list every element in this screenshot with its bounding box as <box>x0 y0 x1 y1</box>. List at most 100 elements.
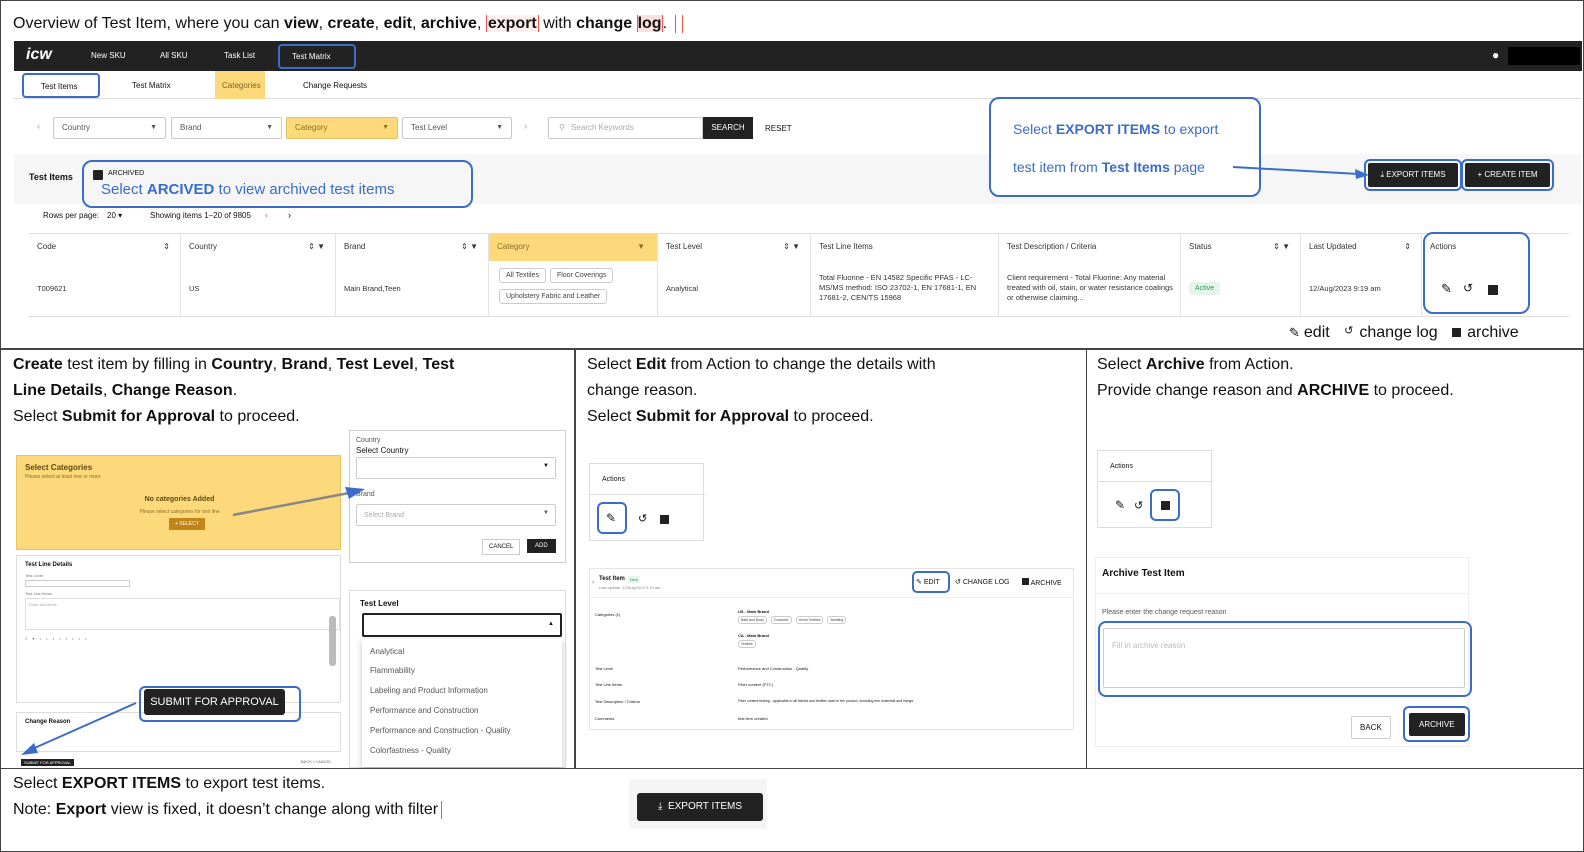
editor-toolbar[interactable]: ≡ ▾ • • • • • • • • <box>25 636 205 642</box>
brand-filter[interactable]: Brand ▼ <box>171 117 282 139</box>
export-arrow <box>1232 166 1369 179</box>
cell-country: US <box>181 261 336 317</box>
app-navbar: icw New SKU All SKU Task List Test Matri… <box>14 41 1582 71</box>
nav-new-sku[interactable]: New SKU <box>91 51 126 60</box>
chevron-left-icon[interactable]: ‹ <box>37 121 40 132</box>
search-input[interactable]: ⚲ Search Keywords <box>548 117 703 139</box>
nav-all-sku[interactable]: All SKU <box>160 51 188 60</box>
edit-icon[interactable]: ✎ <box>1115 498 1125 512</box>
option-colorfastness[interactable]: Colorfastness - Quality <box>370 746 451 755</box>
option-analytical[interactable]: Analytical <box>370 647 404 656</box>
download-icon: ⤓ <box>657 801 663 812</box>
history-icon[interactable]: ↺ <box>1463 281 1473 295</box>
test-line-items-input[interactable]: Enter test items <box>25 598 340 630</box>
create-panel: Create test item by filling in Country, … <box>0 349 575 769</box>
col-category[interactable]: Category ▼ <box>489 233 658 261</box>
back-button[interactable]: BACK <box>1351 716 1391 739</box>
create-item-button[interactable]: + CREATE ITEM <box>1461 159 1554 191</box>
test-line-details-card: Test Line Details Test Level Test Line I… <box>16 555 341 703</box>
option-flammability[interactable]: Flammability <box>370 666 415 675</box>
tab-test-items[interactable]: Test Items <box>22 73 100 98</box>
actions-mini-table: Actions ✎ ↺ <box>589 463 705 541</box>
tab-test-matrix[interactable]: Test Matrix <box>132 81 171 90</box>
cell-code: T009621 <box>29 261 181 317</box>
cell-test-level: Analytical <box>658 261 811 317</box>
next-page-icon[interactable]: › <box>288 210 291 220</box>
category-filter[interactable]: Category ▼ <box>286 117 398 139</box>
col-test-level[interactable]: Test Level ⇕ ▼ <box>658 233 811 261</box>
history-icon[interactable]: ↺ <box>1134 499 1143 512</box>
scrollbar[interactable] <box>329 616 336 666</box>
country-filter[interactable]: Country ▼ <box>53 117 166 139</box>
edit-icon: ✎ <box>916 579 922 586</box>
search-button[interactable]: SEARCH <box>703 117 753 139</box>
status-badge: Active <box>1189 282 1221 295</box>
submit-arrow <box>21 702 137 755</box>
col-status[interactable]: Status ⇕ ▼ <box>1181 233 1301 261</box>
overview-heading: Overview of Test Item, where you can vie… <box>13 11 684 37</box>
prev-page-icon[interactable]: ‹ <box>265 210 268 220</box>
chevron-right-icon[interactable]: › <box>524 121 527 132</box>
col-brand[interactable]: Brand ⇕ ▼ <box>336 233 489 261</box>
history-icon[interactable]: ↺ <box>638 512 647 525</box>
archive-icon[interactable] <box>1161 501 1170 510</box>
submit-for-approval-button[interactable]: SUBMIT FOR APPROVAL <box>144 689 285 715</box>
download-icon: ⤓ <box>1380 170 1385 179</box>
archive-confirm-button[interactable]: ARCHIVE <box>1409 713 1465 736</box>
col-last-updated[interactable]: Last Updated ⇕ <box>1301 233 1422 261</box>
actions-callout <box>1423 232 1530 314</box>
country-select[interactable]: ▼ <box>356 457 556 479</box>
export-items-button[interactable]: ⤓ EXPORT ITEMS <box>637 793 763 821</box>
search-icon: ⚲ <box>559 123 568 132</box>
test-level-mini-select[interactable] <box>25 580 130 587</box>
archive-icon <box>1452 328 1462 337</box>
test-level-options: Analytical Flammability Labeling and Pro… <box>362 639 562 767</box>
change-log-button[interactable]: ↺ CHANGE LOG <box>955 578 1010 586</box>
archive-reason-input[interactable]: Fill in archive reason <box>1103 628 1465 688</box>
user-avatar-icon[interactable]: ● <box>1492 48 1499 62</box>
reset-button[interactable]: RESET <box>765 124 792 133</box>
submit-mini-button[interactable]: SUBMIT FOR APPROVAL <box>21 759 74 766</box>
back-chevron-icon[interactable]: ‹ <box>592 579 594 586</box>
app-logo: icw <box>26 46 52 63</box>
rows-per-page-select[interactable]: 20 ▾ <box>107 211 122 220</box>
archive-button[interactable]: ARCHIVE <box>1022 578 1062 587</box>
rows-per-page-label: Rows per page: <box>43 211 100 220</box>
edit-icon[interactable]: ✎ <box>1441 281 1452 297</box>
archive-icon[interactable] <box>1488 285 1498 295</box>
plus-icon: + <box>1477 170 1483 179</box>
nav-task-list[interactable]: Task List <box>224 51 255 60</box>
history-icon: ↺ <box>955 579 961 586</box>
test-level-select[interactable]: ▲ <box>362 613 562 637</box>
col-code[interactable]: Code ⇕ <box>29 233 181 261</box>
export-items-button[interactable]: ⤓ EXPORT ITEMS <box>1364 159 1462 191</box>
archive-icon[interactable] <box>660 515 669 524</box>
edit-icon[interactable]: ✎ <box>606 511 616 525</box>
country-brand-dialog: Country Select Country ▼ Brand Select Br… <box>349 430 566 563</box>
test-level-filter[interactable]: Test Level ▼ <box>402 117 512 139</box>
select-category-button[interactable]: + SELECT <box>169 518 205 530</box>
subtab-bar: Test Items Test Matrix Categories Change… <box>14 71 1582 99</box>
col-description[interactable]: Test Description / Criteria <box>999 233 1181 261</box>
export-instructions: Select EXPORT ITEMS to export test items… <box>13 771 443 823</box>
back-mini-button[interactable]: BACK / CANCEL <box>301 759 331 764</box>
option-performance[interactable]: Performance and Construction <box>370 706 479 715</box>
cell-status: Active <box>1181 261 1301 317</box>
cell-line-items: Total Fluorine - EN 14582 Specific PFAS … <box>811 261 999 317</box>
icon-legend: ✎ edit ↺ change log archive <box>1289 324 1519 341</box>
option-performance-quality[interactable]: Performance and Construction - Quality <box>370 726 511 735</box>
edit-panel: Select Edit from Action to change the de… <box>575 349 1087 769</box>
brand-select[interactable]: Select Brand ▼ <box>356 504 556 526</box>
cancel-button[interactable]: CANCEL <box>482 539 521 555</box>
edit-icon: ✎ <box>1289 325 1300 340</box>
nav-test-matrix[interactable]: Test Matrix <box>278 44 356 69</box>
test-item-detail: ‹ Test Item New Last update: 12/Aug/2023… <box>589 568 1075 730</box>
tab-categories[interactable]: Categories <box>215 71 265 99</box>
tab-change-requests[interactable]: Change Requests <box>303 81 367 90</box>
add-button[interactable]: ADD <box>527 539 556 553</box>
col-test-line-items[interactable]: Test Line Items <box>811 233 999 261</box>
edit-button[interactable]: ✎ EDIT <box>916 578 940 586</box>
col-country[interactable]: Country ⇕ ▼ <box>181 233 336 261</box>
export-panel: Select EXPORT ITEMS to export test items… <box>0 768 1584 852</box>
option-labeling[interactable]: Labeling and Product Information <box>370 686 488 695</box>
